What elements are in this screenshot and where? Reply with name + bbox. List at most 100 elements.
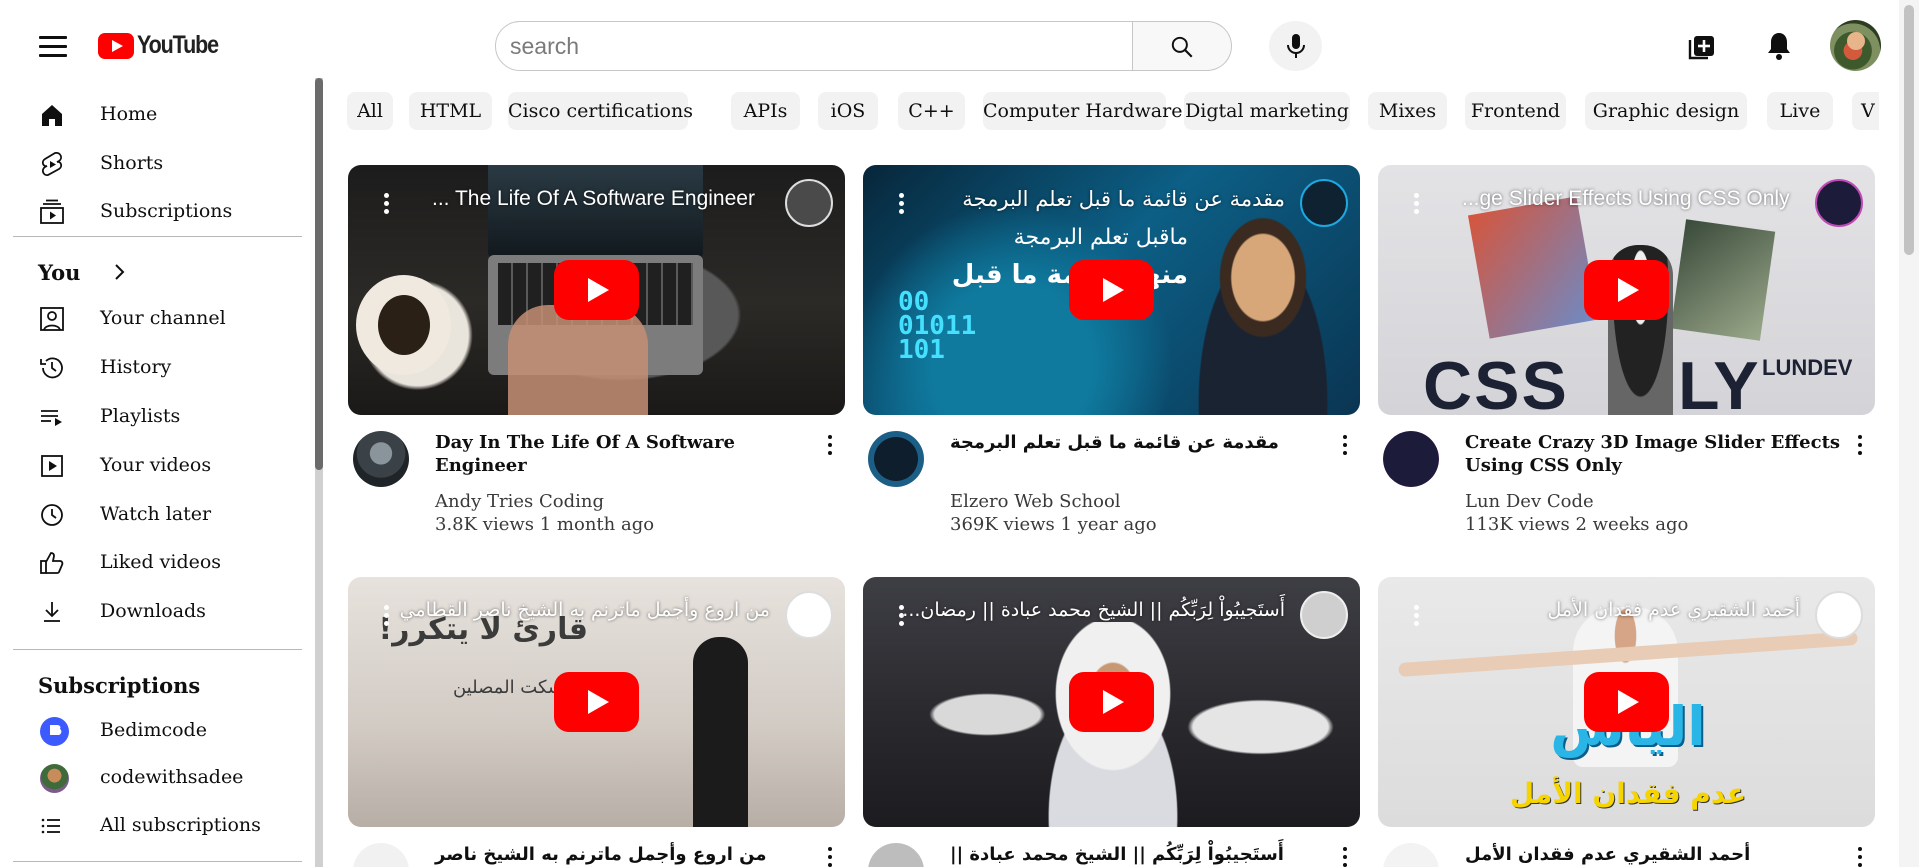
video-thumbnail[interactable]: قارئ لا يتكرر! أسكت المصلين من اروع وأجم… [348, 577, 845, 827]
more-options-icon[interactable] [826, 847, 834, 867]
more-options-icon[interactable] [826, 435, 834, 459]
sidebar-item-shorts[interactable]: Shorts [0, 141, 300, 187]
chip-frontend[interactable]: Frontend [1465, 92, 1566, 130]
thumbnail-more-icon[interactable] [384, 193, 390, 215]
play-button-icon[interactable] [1069, 260, 1154, 320]
chip-all[interactable]: All [347, 92, 393, 130]
chip-digital-marketing[interactable]: Digtal marketing [1184, 92, 1350, 130]
page-scrollbar-thumb[interactable] [1904, 5, 1914, 255]
sidebar-item-your-videos[interactable]: Your videos [0, 443, 300, 489]
channel-avatar[interactable] [353, 843, 409, 867]
video-thumbnail[interactable]: أَستَجيبُواْ لِرَبِّكُم || الشيخ محمد عب… [863, 577, 1360, 827]
sidebar-item-label: Playlists [100, 405, 181, 427]
channel-name[interactable]: Elzero Web School [950, 491, 1121, 512]
sidebar-item-home[interactable]: Home [0, 92, 300, 138]
logo-text: YouTube [137, 31, 219, 59]
chip-ios[interactable]: iOS [818, 92, 878, 130]
chip-mixes[interactable]: Mixes [1368, 92, 1447, 130]
video-thumbnail[interactable]: 0001011101 ماقبل تعلم البرمجة منهج قائمة… [863, 165, 1360, 415]
thumbnail-more-icon[interactable] [1414, 193, 1420, 215]
chip-more[interactable]: V [1852, 92, 1879, 130]
sidebar-item-label: History [100, 356, 172, 378]
chip-live[interactable]: Live [1767, 92, 1833, 130]
play-button-icon[interactable] [1069, 672, 1154, 732]
chevron-right-icon[interactable] [112, 264, 128, 280]
chip-apis[interactable]: APIs [731, 92, 800, 130]
sidebar-divider [13, 649, 302, 650]
youtube-play-logo-icon [98, 32, 134, 59]
video-title[interactable]: من اروع وأجمل ماترنم به الشيخ ناصر القطا… [435, 843, 815, 867]
hamburger-menu-icon[interactable] [32, 32, 72, 64]
playlists-icon [41, 410, 62, 426]
page-scrollbar[interactable] [1899, 0, 1919, 867]
sidebar-divider [13, 861, 302, 862]
play-button-icon[interactable] [554, 672, 639, 732]
play-button-icon[interactable] [1584, 672, 1669, 732]
chip-computer-hardware[interactable]: Computer Hardware [983, 92, 1182, 130]
more-options-icon[interactable] [1856, 847, 1864, 867]
category-chips-bar: All HTML Cisco certifications APIs iOS C… [347, 92, 1879, 130]
thumbs-up-icon [40, 552, 64, 574]
sidebar-item-watch-later[interactable]: Watch later [0, 492, 300, 538]
sidebar-item-label: Watch later [100, 503, 212, 525]
chip-cisco-certifications[interactable]: Cisco certifications [508, 92, 693, 130]
channel-avatar[interactable] [868, 431, 924, 487]
thumbnail-title: أَستَجيبُواْ لِرَبِّكُم || الشيخ محمد عب… [902, 599, 1285, 621]
play-button-icon[interactable] [1584, 260, 1669, 320]
video-title[interactable]: Create Crazy 3D Image Slider Effects Usi… [1465, 431, 1845, 477]
thumbnail-channel-avatar [1300, 179, 1348, 227]
you-section-title[interactable]: You [38, 260, 80, 285]
sidebar-item-label: Your channel [100, 307, 226, 329]
sidebar-item-liked-videos[interactable]: Liked videos [0, 540, 300, 586]
sidebar-item-playlists[interactable]: Playlists [0, 394, 300, 440]
more-options-icon[interactable] [1856, 435, 1864, 459]
channel-name[interactable]: Lun Dev Code [1465, 491, 1594, 512]
sidebar-subscription-codewithsadee[interactable]: codewithsadee [0, 755, 300, 801]
list-icon [41, 818, 60, 834]
content-scrollbar-thumb[interactable] [315, 78, 323, 470]
thumbnail-more-icon[interactable] [1414, 605, 1420, 627]
video-thumbnail[interactable]: CSS LY LUNDEV ...ge Slider Effects Using… [1378, 165, 1875, 415]
channel-avatar[interactable] [868, 843, 924, 867]
shorts-icon [41, 152, 63, 176]
sidebar-subscription-bedimcode[interactable]: Bedimcode [0, 708, 300, 754]
create-video-button[interactable] [1684, 28, 1724, 64]
thumbnail-channel-avatar [785, 179, 833, 227]
voice-search-button[interactable] [1269, 21, 1322, 71]
thumbnail-channel-avatar [1300, 591, 1348, 639]
more-options-icon[interactable] [1341, 435, 1349, 459]
video-title[interactable]: أحمد الشقيري عدم فقدان الأمل [1465, 843, 1845, 866]
search-button[interactable] [1133, 21, 1232, 71]
sidebar-item-label: Shorts [100, 152, 164, 174]
account-avatar[interactable] [1830, 20, 1881, 71]
channel-name[interactable]: Andy Tries Coding [435, 491, 604, 512]
sidebar-item-downloads[interactable]: Downloads [0, 589, 300, 635]
video-title[interactable]: مقدمة عن قائمة ما قبل تعلم البرمجة [950, 431, 1330, 454]
chip-graphic-design[interactable]: Graphic design [1585, 92, 1747, 130]
notifications-button[interactable] [1761, 28, 1801, 64]
sidebar-item-label: Bedimcode [100, 719, 207, 741]
youtube-logo[interactable]: YouTube [98, 31, 231, 60]
chip-cpp[interactable]: C++ [898, 92, 965, 130]
chip-html[interactable]: HTML [409, 92, 492, 130]
play-button-icon[interactable] [554, 260, 639, 320]
channel-avatar[interactable] [1383, 843, 1439, 867]
video-title[interactable]: Day In The Life Of A Software Engineer [435, 431, 815, 477]
video-title[interactable]: أَستَجيبُواْ لِرَبِّكُم || الشيخ محمد عب… [950, 843, 1330, 867]
content-scrollbar[interactable] [315, 78, 323, 867]
sidebar-item-history[interactable]: History [0, 345, 300, 391]
thumbnail-more-icon[interactable] [899, 193, 905, 215]
thumbnail-title: أحمد الشقيري عدم فقدان الأمل [1547, 599, 1800, 621]
search-input[interactable] [496, 22, 1132, 70]
thumbnail-more-icon[interactable] [384, 605, 390, 627]
video-thumbnail[interactable]: ... The Life Of A Software Engineer [348, 165, 845, 415]
sidebar-item-all-subscriptions[interactable]: All subscriptions [0, 803, 300, 849]
more-options-icon[interactable] [1341, 847, 1349, 867]
sidebar-item-subscriptions[interactable]: Subscriptions [0, 189, 300, 235]
sidebar-item-your-channel[interactable]: Your channel [0, 296, 300, 342]
channel-avatar[interactable] [353, 431, 409, 487]
thumbnail-title: مقدمة عن قائمة ما قبل تعلم البرمجة [962, 187, 1285, 211]
your-videos-icon [41, 455, 63, 477]
channel-avatar[interactable] [1383, 431, 1439, 487]
video-thumbnail[interactable]: اليأس عدم فقدان الأمل أحمد الشقيري عدم ف… [1378, 577, 1875, 827]
